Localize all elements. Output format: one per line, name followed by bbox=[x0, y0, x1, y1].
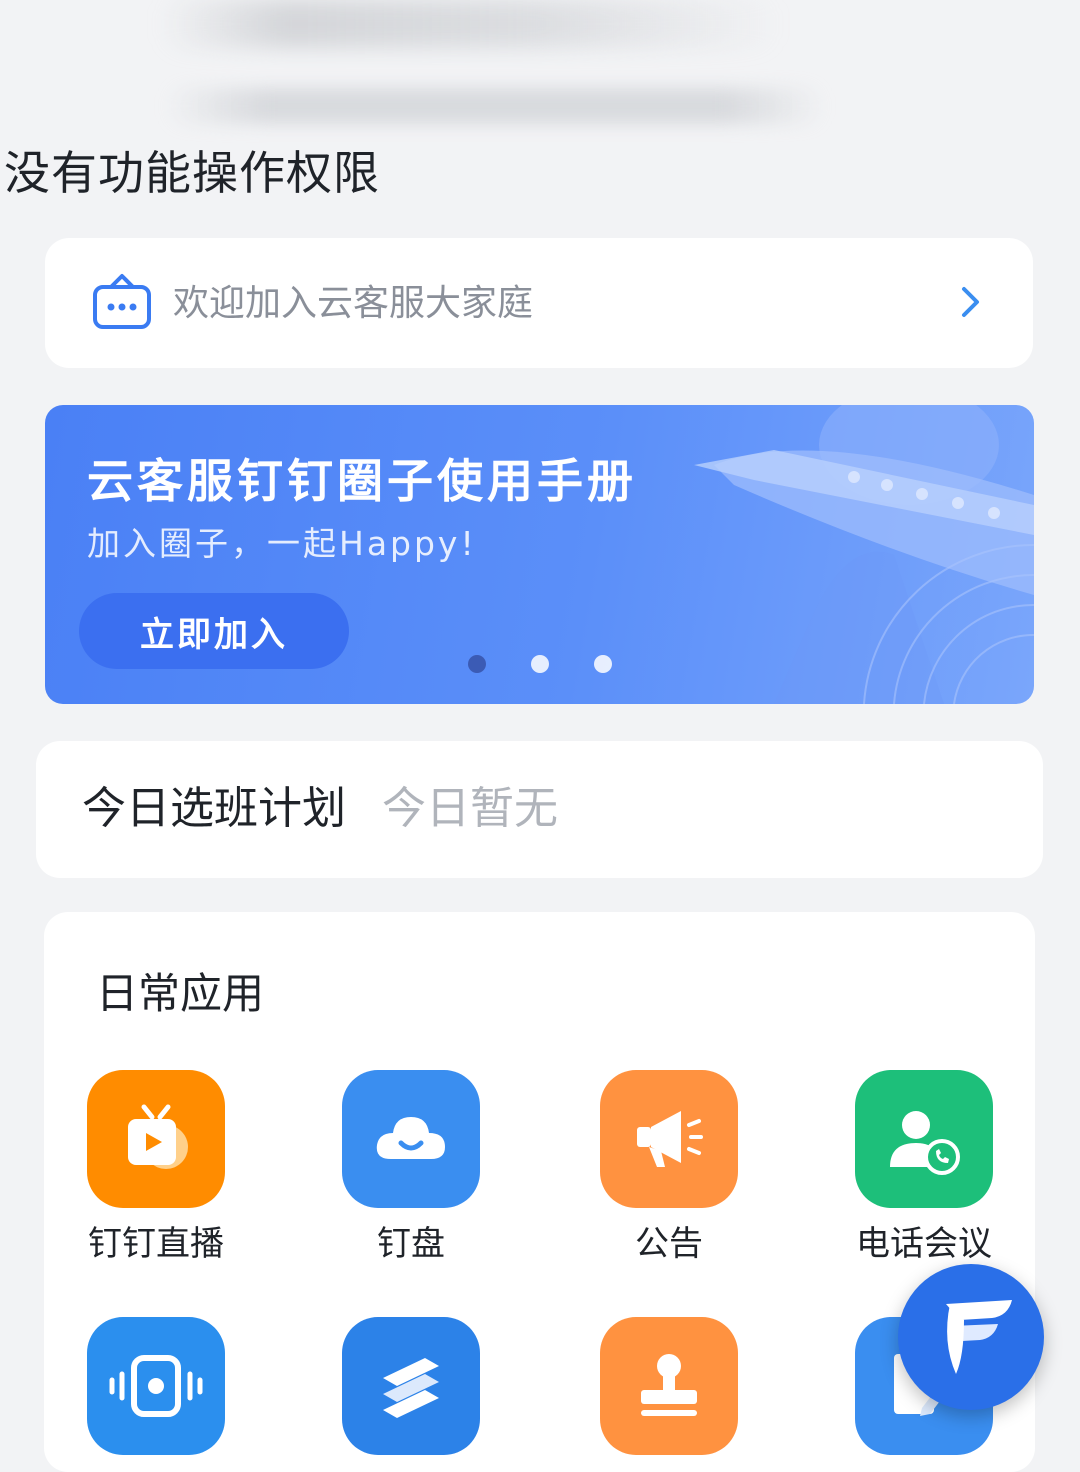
carousel-dot[interactable] bbox=[594, 655, 612, 673]
daily-apps-card: 日常应用 钉钉直播 钉盘 公告 电话会议 bbox=[44, 912, 1035, 1472]
welcome-card[interactable]: 欢迎加入云客服大家庭 bbox=[45, 238, 1033, 368]
app-item-5[interactable] bbox=[66, 1317, 246, 1455]
f-logo-icon bbox=[946, 1300, 1012, 1374]
app-live[interactable]: 钉钉直播 bbox=[66, 1070, 246, 1268]
chat-bot-icon bbox=[93, 274, 151, 329]
plan-value: 今日暂无 bbox=[382, 783, 558, 834]
welcome-text: 欢迎加入云客服大家庭 bbox=[173, 283, 534, 324]
app-item-6[interactable] bbox=[321, 1317, 501, 1455]
app-notice[interactable]: 公告 bbox=[579, 1070, 759, 1268]
blurred-subtitle bbox=[165, 88, 825, 124]
app-label: 公告 bbox=[635, 1224, 703, 1264]
floating-app-button[interactable] bbox=[898, 1264, 1044, 1410]
cloud-smile-icon bbox=[342, 1070, 480, 1208]
contact-phone-icon bbox=[855, 1070, 993, 1208]
carousel-dot-active[interactable] bbox=[468, 655, 486, 673]
plan-title: 今日选班计划 bbox=[82, 783, 346, 834]
shift-plan-card[interactable]: 今日选班计划 今日暂无 bbox=[36, 741, 1043, 878]
app-label: 电话会议 bbox=[856, 1224, 992, 1264]
chevron-right-icon bbox=[962, 287, 979, 317]
app-label: 钉盘 bbox=[377, 1224, 445, 1264]
live-tv-icon bbox=[87, 1070, 225, 1208]
carousel-dot[interactable] bbox=[531, 655, 549, 673]
banner-subtitle: 加入圈子，一起Happy! bbox=[87, 524, 477, 563]
promo-banner[interactable]: 云客服钉钉圈子使用手册 加入圈子，一起Happy! 立即加入 bbox=[45, 405, 1034, 704]
stamp-icon bbox=[600, 1317, 738, 1455]
vibrate-device-icon bbox=[87, 1317, 225, 1455]
megaphone-icon bbox=[600, 1070, 738, 1208]
spaceship-illustration bbox=[694, 405, 1034, 704]
app-item-7[interactable] bbox=[579, 1317, 759, 1455]
app-drive[interactable]: 钉盘 bbox=[321, 1070, 501, 1268]
join-now-button[interactable]: 立即加入 bbox=[79, 593, 349, 669]
no-permission-notice: 没有功能操作权限 bbox=[4, 146, 380, 200]
apps-section-title: 日常应用 bbox=[96, 969, 265, 1018]
blurred-title bbox=[160, 0, 780, 48]
banner-title: 云客服钉钉圈子使用手册 bbox=[87, 454, 637, 508]
app-label: 钉钉直播 bbox=[88, 1224, 224, 1264]
stack-logo-icon bbox=[342, 1317, 480, 1455]
app-conference-call[interactable]: 电话会议 bbox=[834, 1070, 1014, 1268]
